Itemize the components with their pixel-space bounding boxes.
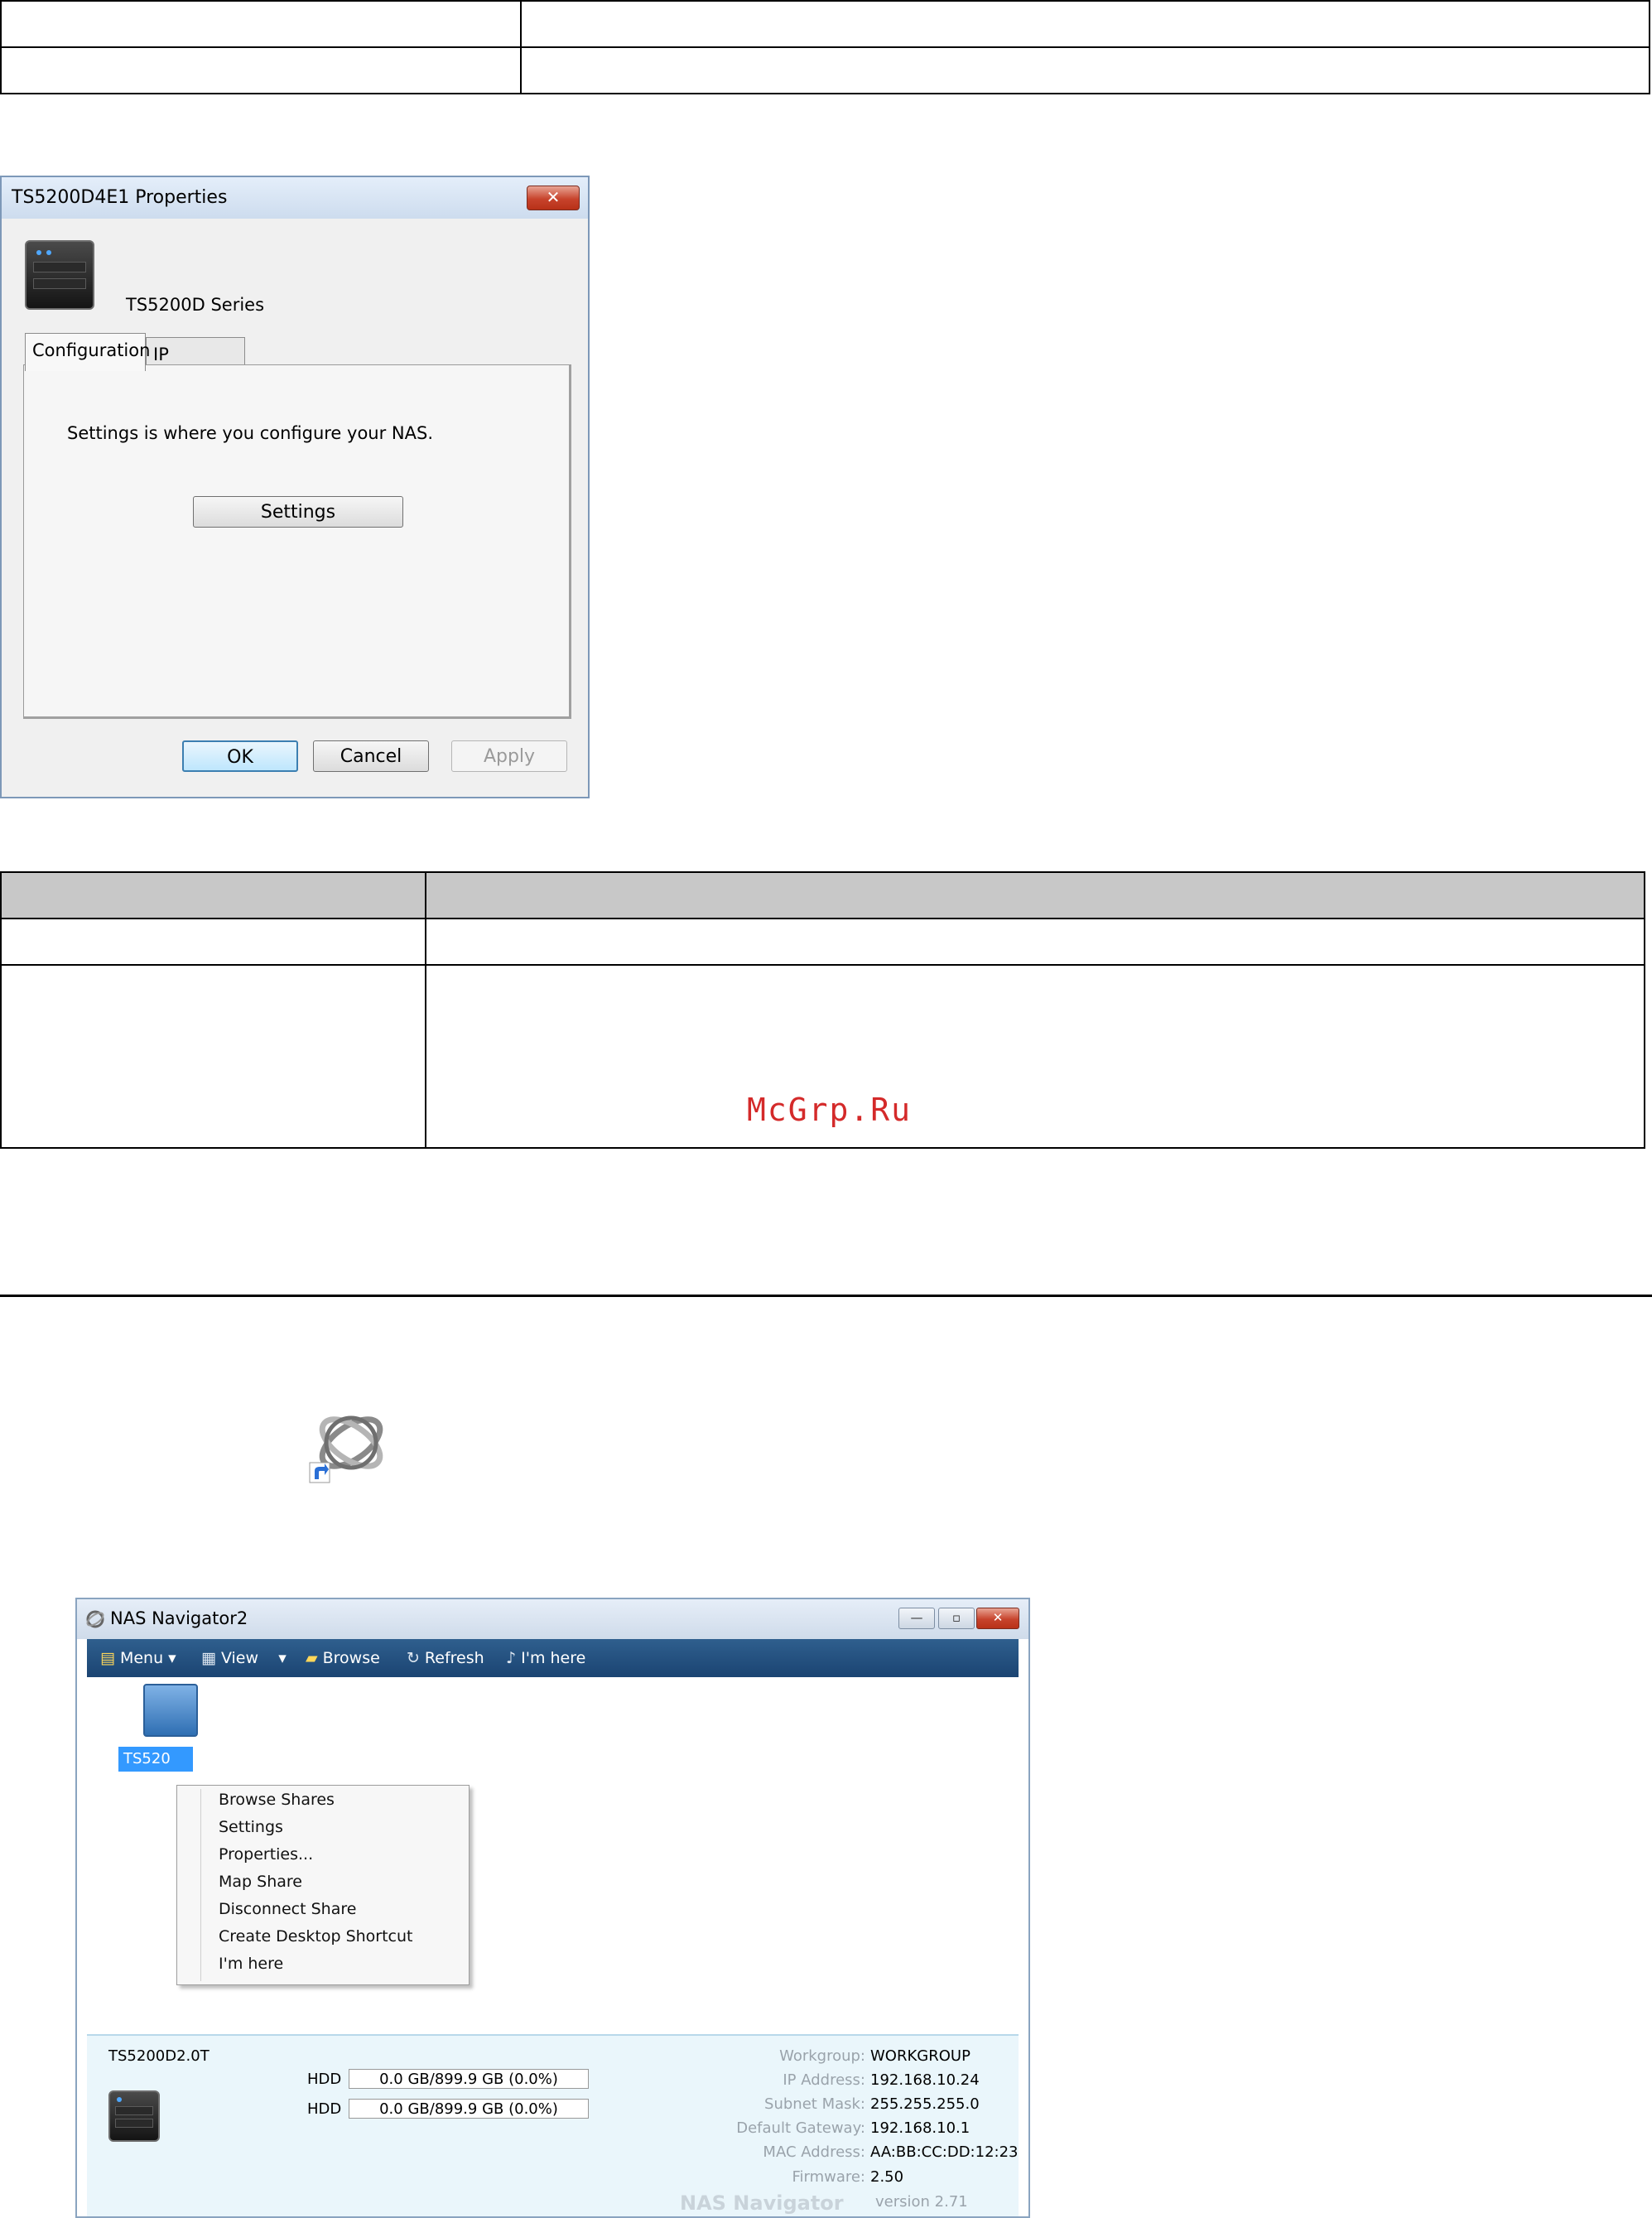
device-label: TS520 [123, 1750, 171, 1767]
table-cell [520, 46, 1650, 94]
version-label: version 2.71 [875, 2193, 968, 2211]
device-info-panel: TS5200D2.0T HDD 0.0 GB/899.9 GB (0.0%) H… [87, 2034, 1019, 2216]
brand-logo: NAS Navigator [680, 2191, 844, 2215]
section-divider [0, 1295, 1652, 1297]
hdd-usage-text: 0.0 GB/899.9 GB (0.0%) [379, 2071, 558, 2088]
toolbar-label: View [220, 1649, 259, 1667]
device-series-label: TS5200D Series [126, 295, 265, 315]
document-icon: ▤ [100, 1649, 115, 1667]
mac-address-label: MAC Address: [763, 2143, 865, 2161]
table-cell [0, 0, 522, 48]
toolbar: ▤ Menu ▾ ▦ View ▾ ▰ Browse ↻ Refresh ♪ I'm he… [87, 1639, 1019, 1677]
nas-navigator-shortcut-icon[interactable] [306, 1405, 389, 1488]
close-button[interactable]: ✕ [976, 1608, 1019, 1629]
tab-ip-address[interactable]: IP Address [146, 337, 245, 384]
menu-item-properties[interactable]: Properties... [219, 1845, 313, 1864]
firmware-value: 2.50 [870, 2168, 904, 2186]
hdd-usage-bar: 0.0 GB/899.9 GB (0.0%) [349, 2069, 589, 2089]
close-icon: ✕ [546, 187, 561, 207]
toolbar-label: Menu [119, 1649, 164, 1667]
browse-button[interactable]: ▰ Browse [306, 1649, 380, 1667]
device-list-area: TS520 Browse Shares Settings Properties.… [87, 1677, 1019, 2034]
workgroup-value: WORKGROUP [870, 2047, 970, 2065]
apply-button[interactable]: Apply [451, 740, 567, 772]
table-cell [0, 964, 426, 1149]
minimize-icon: — [910, 1610, 923, 1625]
ip-address-label: IP Address: [783, 2071, 865, 2089]
chevron-down-icon: ▾ [263, 1649, 287, 1667]
toolbar-label: I'm here [521, 1649, 586, 1667]
music-note-icon: ♪ [506, 1649, 517, 1667]
menu-item-settings[interactable]: Settings [219, 1818, 283, 1836]
minimize-button[interactable]: — [898, 1608, 935, 1629]
button-label: Cancel [340, 746, 402, 767]
settings-button[interactable]: Settings [193, 496, 403, 528]
refresh-icon: ↻ [407, 1649, 420, 1667]
hdd-usage-bar: 0.0 GB/899.9 GB (0.0%) [349, 2099, 589, 2119]
menu-item-map-share[interactable]: Map Share [219, 1873, 302, 1891]
table-header-cell [0, 871, 426, 919]
nas-device-icon [143, 1684, 198, 1737]
table-cell [520, 0, 1650, 48]
menu-button[interactable]: ▤ Menu ▾ [100, 1649, 176, 1667]
table-cell [425, 918, 1645, 966]
table-header-cell [425, 871, 1645, 919]
toolbar-label: Refresh [424, 1649, 484, 1667]
hdd-label: HDD [307, 2071, 342, 2088]
tab-label: Configuration [32, 340, 151, 360]
nas-device-icon [108, 2090, 160, 2142]
im-here-button[interactable]: ♪ I'm here [506, 1649, 585, 1667]
ip-address-value: 192.168.10.24 [870, 2071, 980, 2089]
button-label: Apply [483, 746, 536, 767]
configuration-description: Settings is where you configure your NAS… [67, 423, 434, 443]
device-label-selected: TS520 [118, 1747, 193, 1772]
context-menu: Browse Shares Settings Properties... Map… [176, 1785, 470, 1985]
window-titlebar: NAS Navigator2 — ▫ ✕ [77, 1599, 1028, 1639]
close-icon: ✕ [992, 1610, 1004, 1625]
configuration-panel: Settings is where you configure your NAS… [23, 364, 571, 719]
table-cell [425, 964, 1645, 1149]
workgroup-label: Workgroup: [779, 2047, 865, 2065]
menu-item-create-desktop-shortcut[interactable]: Create Desktop Shortcut [219, 1927, 413, 1946]
nas-navigator-window: NAS Navigator2 — ▫ ✕ ▤ Menu ▾ ▦ View ▾ ▰ Br… [75, 1598, 1030, 2218]
table-cell [0, 918, 426, 966]
subnet-mask-label: Subnet Mask: [764, 2095, 865, 2113]
close-button[interactable]: ✕ [527, 186, 580, 210]
button-label: OK [227, 747, 253, 768]
folder-icon: ▰ [306, 1649, 318, 1667]
default-gateway-value: 192.168.10.1 [870, 2119, 970, 2137]
mac-address-value: AA:BB:CC:DD:12:23 [870, 2143, 1019, 2161]
menu-item-im-here[interactable]: I'm here [219, 1955, 283, 1973]
maximize-icon: ▫ [951, 1610, 961, 1625]
firmware-label: Firmware: [792, 2168, 865, 2186]
device-name: TS5200D2.0T [108, 2047, 210, 2065]
view-button[interactable]: ▦ View ▾ [201, 1649, 287, 1667]
menu-item-disconnect-share[interactable]: Disconnect Share [219, 1900, 356, 1918]
grid-icon: ▦ [201, 1649, 216, 1667]
ok-button[interactable]: OK [182, 740, 298, 772]
refresh-button[interactable]: ↻ Refresh [407, 1649, 484, 1667]
toolbar-label: Browse [322, 1649, 380, 1667]
tab-configuration[interactable]: Configuration [25, 333, 150, 371]
cancel-button[interactable]: Cancel [313, 740, 429, 772]
nas-device-icon [25, 240, 94, 310]
table-cell [0, 46, 522, 94]
default-gateway-label: Default Gateway: [736, 2119, 865, 2137]
dialog-title: TS5200D4E1 Properties [12, 187, 228, 208]
menu-item-browse-shares[interactable]: Browse Shares [219, 1791, 335, 1809]
chevron-down-icon: ▾ [168, 1649, 176, 1667]
properties-dialog: TS5200D4E1 Properties ✕ TS5200D Series C… [0, 176, 590, 798]
watermark: McGrp.Ru [747, 1092, 913, 1128]
app-logo-icon [86, 1610, 104, 1628]
hdd-usage-text: 0.0 GB/899.9 GB (0.0%) [379, 2100, 558, 2118]
menu-gutter [200, 1789, 201, 1981]
maximize-button[interactable]: ▫ [938, 1608, 975, 1629]
subnet-mask-value: 255.255.255.0 [870, 2095, 980, 2113]
blank-table-top [0, 0, 1650, 94]
dialog-titlebar: TS5200D4E1 Properties ✕ [2, 177, 588, 219]
window-title: NAS Navigator2 [110, 1608, 248, 1628]
button-label: Settings [260, 502, 336, 523]
hdd-label: HDD [307, 2100, 342, 2118]
